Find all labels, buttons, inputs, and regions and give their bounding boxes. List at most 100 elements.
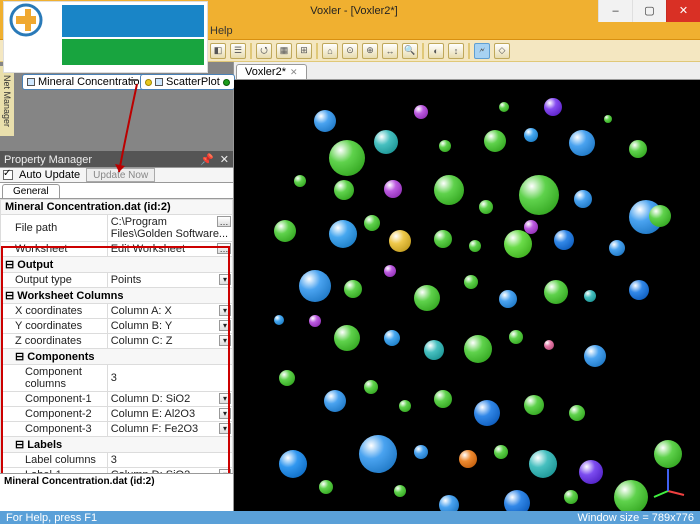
minimize-button[interactable]: – [598,0,632,22]
node-scatterplot[interactable]: ScatterPlot [140,74,235,90]
status-window-size: Window size = 789x776 [578,512,694,524]
viewport-3d[interactable] [234,80,700,511]
prop-value[interactable]: C:\Program Files\Golden Software...… [107,215,232,242]
toolbar-btn[interactable]: ↔ [382,43,398,59]
prop-value[interactable]: 3 [107,453,232,468]
prop-key: Label columns [1,453,108,468]
close-panel-icon[interactable]: ✕ [220,153,229,166]
sphere [524,128,538,142]
auto-update-checkbox[interactable] [3,170,13,180]
sphere [439,140,451,152]
prop-key: Output type [1,273,108,288]
sphere [504,230,532,258]
sphere [394,485,406,497]
toolbar-btn[interactable]: ↕ [448,43,464,59]
sphere [524,395,544,415]
group-header[interactable]: ⊟ Output [1,257,233,273]
toolbar-btn[interactable]: ⊞ [296,43,312,59]
toolbar-btn[interactable]: ◐ [428,43,444,59]
sphere [579,460,603,484]
sphere [649,205,671,227]
sphere [569,405,585,421]
toolbar-btn[interactable]: ⊙ [342,43,358,59]
node-checkbox[interactable] [155,78,163,86]
dropdown-icon[interactable]: ▾ [219,469,231,473]
doc-tab[interactable]: Voxler2* ✕ [236,64,307,79]
prop-value[interactable]: Column E: Al2O3▾ [107,407,232,422]
sphere [279,450,307,478]
maximize-button[interactable]: ▢ [632,0,666,22]
sphere [344,280,362,298]
prop-key: Worksheet [1,242,108,257]
toolbar-btn[interactable]: ◇ [494,43,510,59]
sphere [509,330,523,344]
ellipsis-button[interactable]: … [217,243,231,254]
sphere [399,400,411,412]
close-tab-icon[interactable]: ✕ [290,67,298,78]
network-canvas[interactable]: Net Manager Mineral Concentration.dat Sc… [0,62,233,152]
output-port-icon[interactable] [223,79,230,86]
dropdown-icon[interactable]: ▾ [219,335,231,346]
toolbar-btn[interactable]: 🔍 [402,43,418,59]
toolbar-btn[interactable]: ⌂ [322,43,338,59]
tab-general[interactable]: General [2,184,60,198]
group-header[interactable]: ⊟ Worksheet Columns [1,288,233,304]
statusbar: For Help, press F1 Window size = 789x776 [0,511,700,524]
logo-overlay [3,1,208,73]
prop-key: Label-1 [1,468,108,474]
sphere [479,200,493,214]
prop-value[interactable]: Edit Worksheet… [107,242,232,257]
menu-help[interactable]: Help [210,25,233,37]
toolbar-btn[interactable]: ⭯ [256,43,272,59]
prop-value[interactable]: Column D: SiO2▾ [107,392,232,407]
input-port-icon[interactable] [145,79,152,86]
sphere [439,495,459,511]
toolbar-btn[interactable]: ☰ [230,43,246,59]
pin-icon[interactable]: 📌 [200,153,214,166]
document-tabs: Voxler2* ✕ [234,62,700,80]
sphere [464,275,478,289]
dropdown-icon[interactable]: ▾ [219,393,231,404]
dropdown-icon[interactable]: ▾ [219,274,231,285]
sphere [569,130,595,156]
network-tab[interactable]: Net Manager [0,66,14,136]
sphere [314,110,336,132]
sphere [434,230,452,248]
logo-icon [4,2,62,38]
sphere [554,230,574,250]
dropdown-icon[interactable]: ▾ [219,305,231,316]
sphere [544,280,568,304]
property-grid[interactable]: Mineral Concentration.dat (id:2) File pa… [0,199,233,473]
prop-value[interactable]: Points▾ [107,273,232,288]
sphere [274,315,284,325]
node-checkbox[interactable] [27,78,35,86]
prop-value[interactable]: Column D: SiO2▾ [107,468,232,474]
sphere [609,240,625,256]
group-header[interactable]: ⊟ Components [1,349,233,365]
group-header[interactable]: ⊟ Labels [1,437,233,453]
sphere [384,180,402,198]
close-button[interactable]: ✕ [666,0,700,22]
prop-value[interactable]: Column B: Y▾ [107,319,232,334]
sphere [329,220,357,248]
toolbar-btn[interactable]: ◧ [210,43,226,59]
prop-value[interactable]: Column F: Fe2O3▾ [107,422,232,437]
toolbar-btn[interactable]: ▦ [276,43,292,59]
toolbar-btn[interactable]: ⊕ [362,43,378,59]
dropdown-icon[interactable]: ▾ [219,423,231,434]
sphere [544,98,562,116]
prop-value[interactable]: 3 [107,365,232,392]
sphere [434,175,464,205]
group-header[interactable]: Mineral Concentration.dat (id:2) [1,200,233,215]
prop-value[interactable]: Column C: Z▾ [107,334,232,349]
toolbar-btn-active[interactable]: 🗲 [474,43,490,59]
dropdown-icon[interactable]: ▾ [219,408,231,419]
sphere [524,220,538,234]
ellipsis-button[interactable]: … [217,216,231,227]
sphere [364,215,380,231]
prop-key: Y coordinates [1,319,108,334]
prop-key: Z coordinates [1,334,108,349]
update-now-button[interactable]: Update Now [86,168,155,182]
prop-value[interactable]: Column A: X▾ [107,304,232,319]
dropdown-icon[interactable]: ▾ [219,320,231,331]
